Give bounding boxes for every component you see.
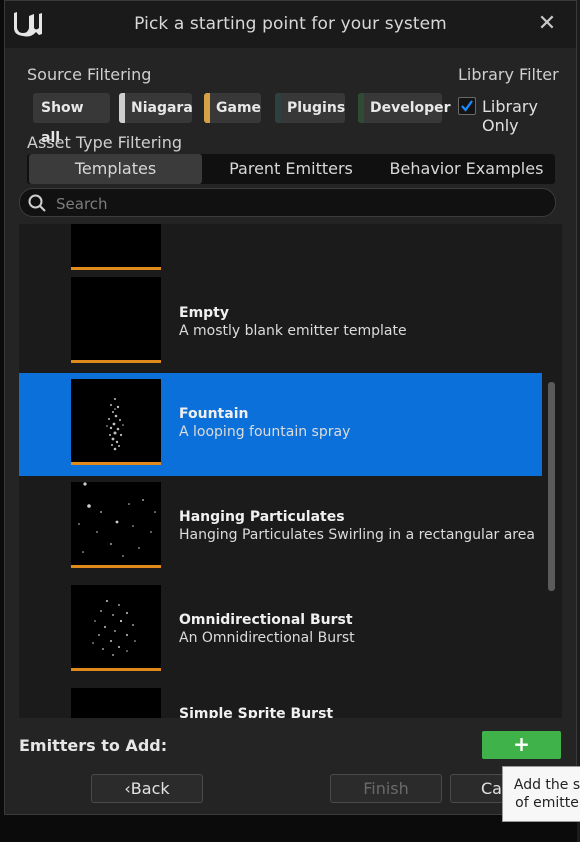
close-button[interactable]: ✕	[536, 13, 558, 35]
tooltip-line-2: of emitte	[515, 795, 579, 811]
chip-label: Plugins	[287, 100, 346, 116]
add-emitter-button[interactable]: +	[482, 731, 561, 759]
hanging-particles	[78, 482, 156, 557]
add-button-tooltip: Add the s of emitte	[502, 766, 580, 822]
chip-color-bar	[204, 93, 210, 123]
chip-label: Niagara	[131, 100, 193, 116]
search-input[interactable]	[54, 189, 538, 218]
tab-parent-emitters[interactable]: Parent Emitters	[204, 154, 378, 184]
thumbnail-underline	[71, 360, 161, 363]
filter-chip-plugins[interactable]: Plugins	[275, 93, 345, 123]
item-description: A looping fountain spray	[179, 424, 351, 440]
tooltip-line-1: Add the s	[513, 777, 580, 793]
thumbnail	[71, 585, 161, 671]
list-item-hanging-particulates[interactable]: Hanging Particulates Hanging Particulate…	[19, 476, 542, 579]
list-item-empty[interactable]: Empty A mostly blank emitter template	[19, 270, 542, 373]
filter-chip-game[interactable]: Game	[204, 93, 261, 123]
chip-color-bar	[358, 93, 364, 123]
tab-behavior-examples[interactable]: Behavior Examples	[380, 154, 553, 184]
item-title: Hanging Particulates	[179, 509, 345, 525]
dialog-title: Pick a starting point for your system	[134, 14, 447, 34]
checkmark-icon	[461, 100, 473, 112]
asset-type-filtering-label: Asset Type Filtering	[27, 133, 183, 152]
emitters-to-add-label: Emitters to Add:	[19, 736, 168, 755]
finish-button[interactable]: Finish	[330, 774, 442, 803]
chip-color-bar	[275, 93, 281, 123]
title-bar: Pick a starting point for your system ✕	[5, 1, 576, 48]
burst-particles	[92, 600, 136, 656]
item-description: Hanging Particulates Swirling in a recta…	[179, 527, 535, 543]
list-item-fountain[interactable]: Fountain A looping fountain spray	[19, 373, 542, 476]
item-title: Fountain	[179, 406, 249, 422]
thumbnail	[71, 379, 161, 465]
filter-chip-show-all[interactable]: Show all	[33, 93, 110, 146]
item-title: Empty	[179, 305, 229, 321]
thumbnail-underline	[71, 668, 161, 671]
thumbnail	[71, 277, 161, 363]
template-list: Empty A mostly blank emitter template Fo…	[19, 224, 562, 718]
item-description: An Omnidirectional Burst	[179, 630, 355, 646]
search-icon	[28, 194, 46, 212]
chip-label: Game	[216, 100, 262, 116]
fountain-particles	[106, 398, 124, 451]
chip-color-bar	[119, 93, 125, 123]
thumbnail-underline	[71, 462, 161, 465]
list-item-omnidirectional-burst[interactable]: Omnidirectional Burst An Omnidirectional…	[19, 579, 542, 682]
chip-label: Developer	[370, 100, 451, 116]
source-filtering-label: Source Filtering	[27, 65, 152, 84]
back-button[interactable]: ‹Back	[91, 774, 203, 803]
library-only-checkbox[interactable]	[458, 97, 476, 115]
tab-templates[interactable]: Templates	[29, 154, 202, 184]
filter-chip-developer[interactable]: Developer	[358, 93, 451, 123]
thumbnail	[71, 482, 161, 568]
starting-point-dialog: Pick a starting point for your system ✕ …	[4, 0, 577, 815]
item-title: Omnidirectional Burst	[179, 612, 353, 628]
thumbnail-underline	[71, 565, 161, 568]
list-scrollbar[interactable]	[548, 382, 555, 591]
asset-type-tabs: Templates Parent Emitters Behavior Examp…	[27, 154, 555, 184]
item-title: Simple Sprite Burst	[179, 706, 334, 718]
thumbnail	[71, 688, 161, 718]
library-only-label: Library Only	[482, 97, 538, 135]
back-button-label: Back	[130, 779, 170, 798]
item-description: A mostly blank emitter template	[179, 323, 407, 339]
thumbnail	[71, 224, 161, 270]
list-item-simple-sprite-burst[interactable]: Simple Sprite Burst	[19, 682, 542, 718]
filter-chip-niagara[interactable]: Niagara	[119, 93, 193, 123]
library-filter-label: Library Filter	[458, 65, 559, 84]
search-box	[19, 188, 556, 218]
